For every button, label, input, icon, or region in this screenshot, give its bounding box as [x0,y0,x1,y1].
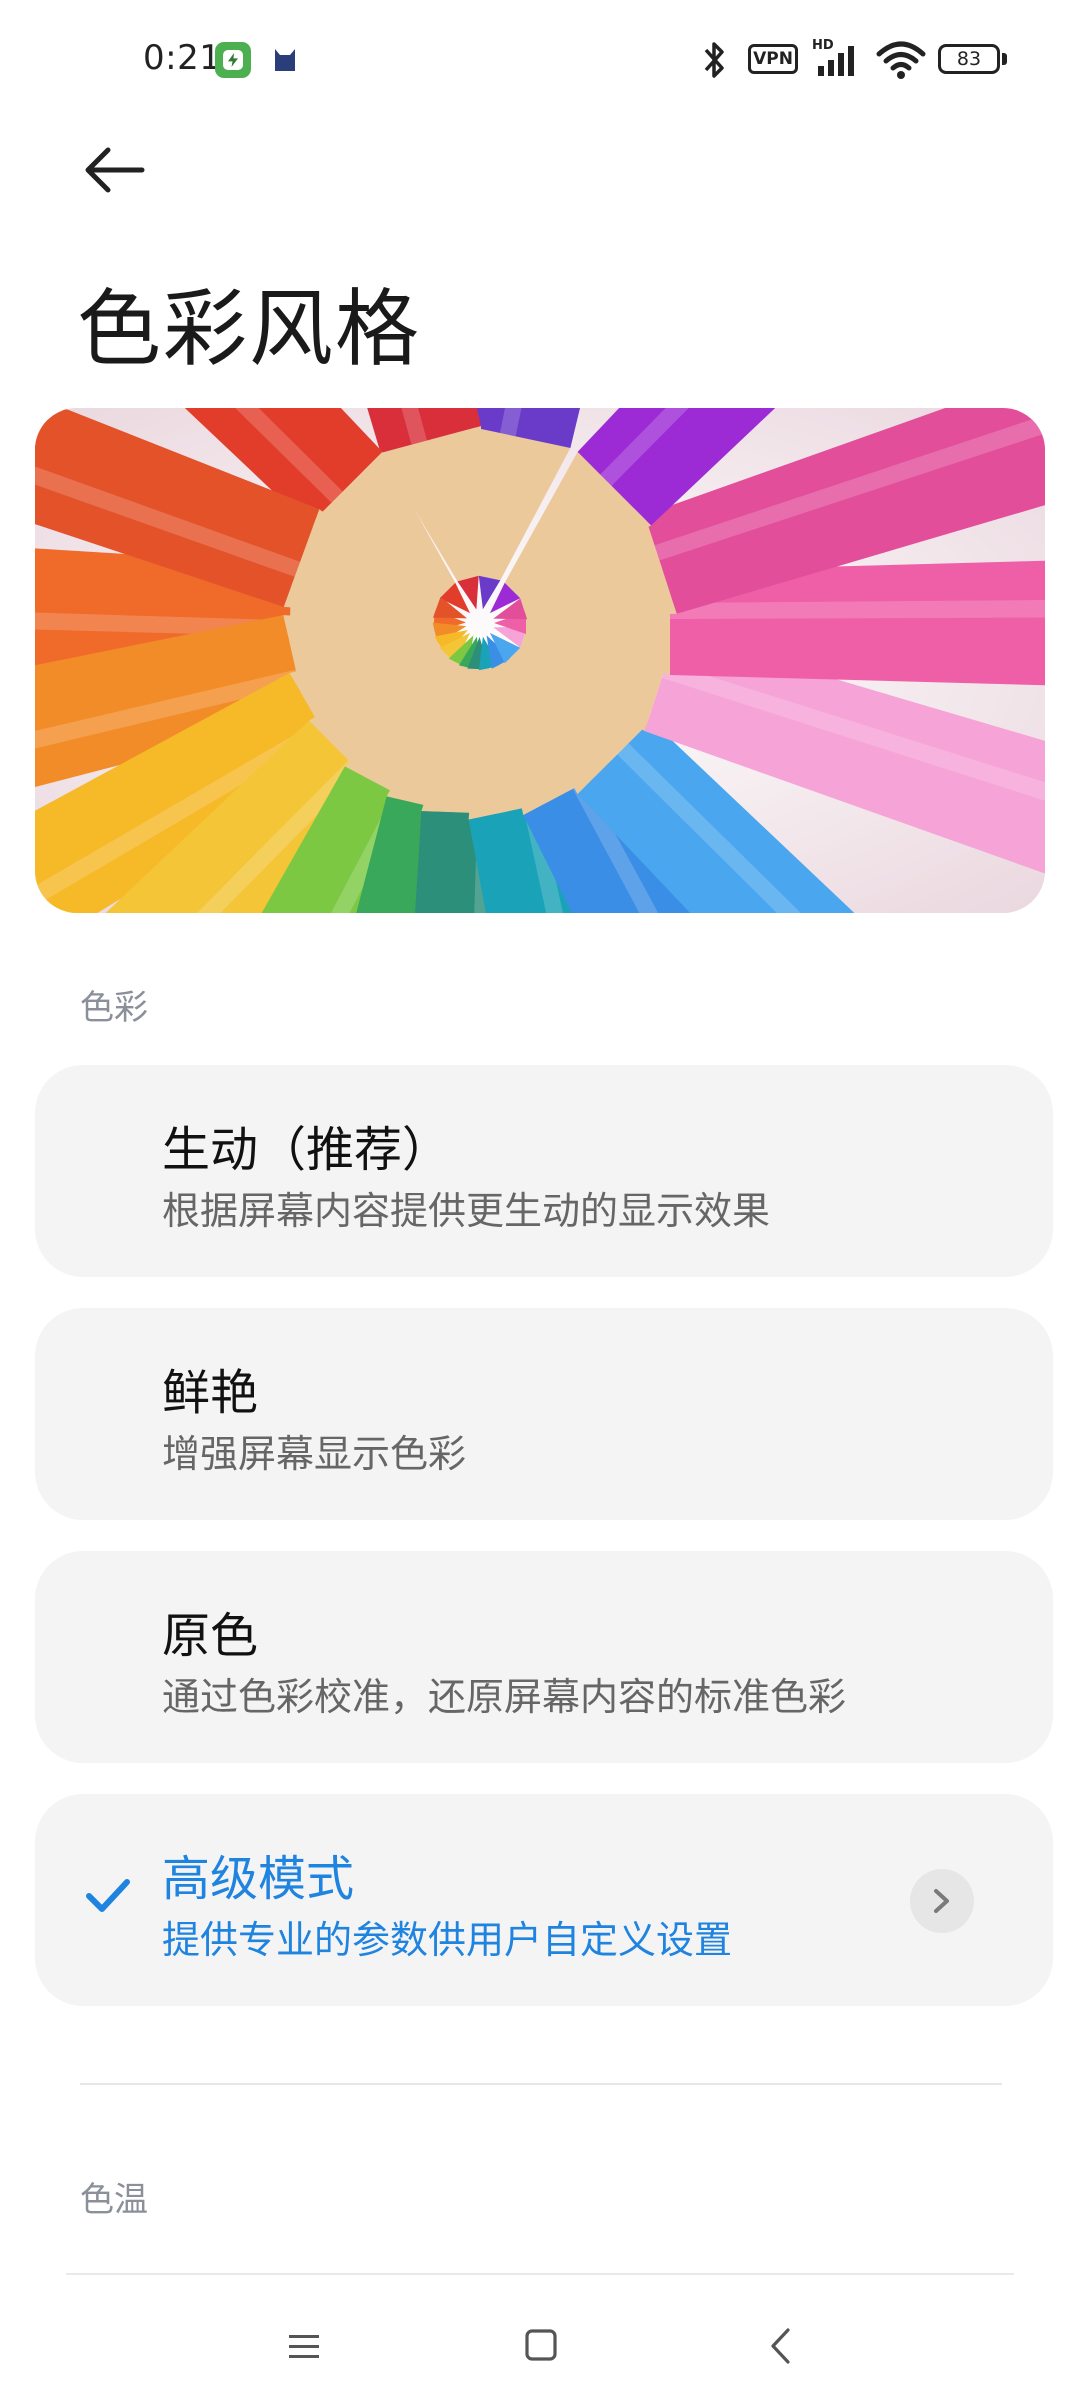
option-description: 根据屏幕内容提供更生动的显示效果 [162,1189,771,1233]
home-square-icon[interactable] [524,2328,558,2366]
option-title: 鲜艳 [162,1365,259,1421]
option-card-saturated[interactable]: 鲜艳 增强屏幕显示色彩 [35,1308,1053,1520]
option-card-original[interactable]: 原色 通过色彩校准，还原屏幕内容的标准色彩 [35,1551,1053,1763]
status-bar: 0:21 VPN HD 83 [0,0,1080,120]
menu-icon[interactable] [287,2330,321,2368]
battery-saver-app-icon [215,42,251,78]
hero-image-colored-pencils [35,408,1045,913]
status-time: 0:21 [143,38,222,78]
bluetooth-icon [700,38,730,86]
section-label-color: 色彩 [80,988,148,1028]
cat-notification-icon [272,45,298,77]
advanced-settings-button[interactable] [910,1869,974,1933]
back-chevron-icon[interactable] [768,2326,794,2370]
option-description: 增强屏幕显示色彩 [162,1432,467,1476]
back-button[interactable] [80,140,152,200]
battery-indicator: 83 [938,44,1000,74]
divider [80,2083,1002,2085]
option-card-vivid-recommended[interactable]: 生动（推荐） 根据屏幕内容提供更生动的显示效果 [35,1065,1053,1277]
vpn-badge: VPN [748,44,798,74]
arrow-left-icon [85,147,145,193]
chevron-right-icon [934,1889,949,1913]
option-card-advanced-mode[interactable]: 高级模式 提供专业的参数供用户自定义设置 [35,1794,1053,2006]
option-description: 提供专业的参数供用户自定义设置 [162,1918,733,1962]
section-label-color-temperature: 色温 [80,2180,148,2220]
battery-tip [1002,53,1007,65]
page-title: 色彩风格 [77,280,422,378]
check-icon [85,1876,131,1920]
navigation-bar [0,2290,1080,2400]
option-title: 高级模式 [162,1851,355,1907]
option-title: 原色 [162,1608,259,1664]
cell-signal-icon [812,44,862,82]
option-title: 生动（推荐） [162,1122,451,1178]
wifi-icon [876,40,926,84]
divider [66,2273,1014,2275]
option-description: 通过色彩校准，还原屏幕内容的标准色彩 [162,1675,847,1719]
